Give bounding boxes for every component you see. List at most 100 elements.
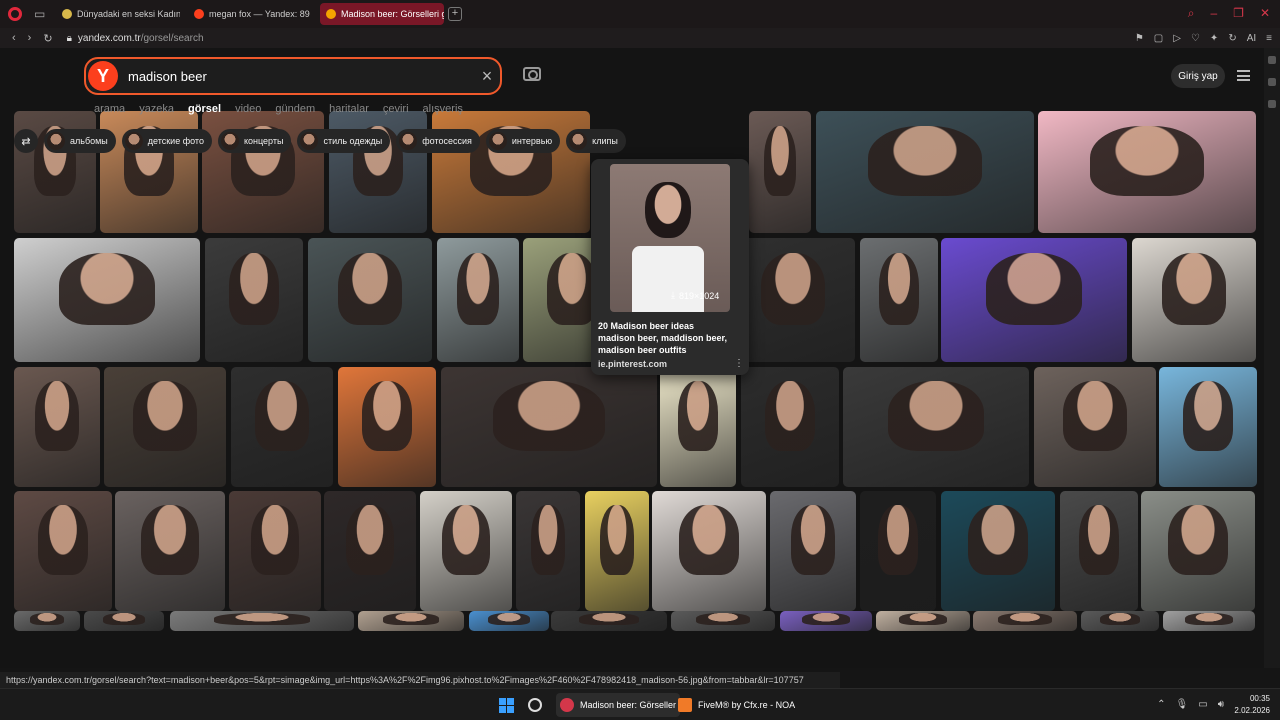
image-result[interactable] xyxy=(420,491,512,611)
image-result[interactable] xyxy=(205,238,303,362)
chevron-up-icon[interactable]: ⌃ xyxy=(1157,699,1165,710)
clear-search-icon[interactable]: × xyxy=(474,66,500,87)
image-result[interactable] xyxy=(14,491,112,611)
image-result[interactable] xyxy=(1163,611,1255,631)
chip-albums[interactable]: альбомы xyxy=(44,129,116,153)
close-icon[interactable]: ✕ xyxy=(1260,6,1270,21)
search-input[interactable]: madison beer xyxy=(128,69,474,84)
tab-3-active[interactable]: Madison beer: Görselleri g xyxy=(320,3,444,25)
image-result[interactable] xyxy=(104,367,226,487)
share-icon[interactable]: ↻ xyxy=(1228,33,1236,44)
image-result[interactable] xyxy=(860,491,936,611)
tab-alisveris[interactable]: alışveriş xyxy=(423,103,463,115)
image-result[interactable] xyxy=(816,111,1034,233)
snapshot-icon[interactable]: ▢ xyxy=(1154,33,1163,44)
microphone-icon[interactable]: 🎙︎ xyxy=(1176,699,1189,710)
taskbar-app-fivem[interactable]: FiveM® by Cfx.re - NOA xyxy=(674,693,799,717)
image-result[interactable] xyxy=(516,491,580,611)
heart-icon[interactable]: ♡ xyxy=(1191,33,1200,44)
login-button[interactable]: Giriş yap xyxy=(1171,64,1225,88)
tab-arama[interactable]: arama xyxy=(94,103,125,115)
bookmark-icon[interactable]: ⚑ xyxy=(1135,33,1144,44)
chip-kids-photos[interactable]: детские фото xyxy=(121,129,212,153)
tab-ceviri[interactable]: çeviri xyxy=(383,103,409,115)
tab-gundem[interactable]: gündem xyxy=(275,103,315,115)
image-result[interactable] xyxy=(14,367,100,487)
preview-source[interactable]: ie.pinterest.com xyxy=(598,359,667,369)
more-options-icon[interactable]: ⋮ xyxy=(734,358,744,369)
image-result[interactable] xyxy=(469,611,549,631)
chip-concerts[interactable]: концерты xyxy=(217,129,292,153)
image-result[interactable] xyxy=(324,491,416,611)
resolution-badge[interactable]: ⤓ 819×1024 xyxy=(671,290,719,301)
tab-yazeka[interactable]: yazeka xyxy=(139,103,174,115)
chip-photoshoot[interactable]: фотосессия xyxy=(396,129,480,153)
image-result[interactable] xyxy=(437,238,519,362)
image-result[interactable] xyxy=(115,491,225,611)
image-result[interactable] xyxy=(1132,238,1256,362)
image-result[interactable] xyxy=(770,491,856,611)
windows-start-icon[interactable] xyxy=(499,698,514,713)
image-result[interactable] xyxy=(229,491,321,611)
image-result[interactable] xyxy=(731,238,855,362)
reload-icon[interactable]: ↻ xyxy=(43,32,52,45)
image-result[interactable] xyxy=(876,611,970,631)
image-result[interactable] xyxy=(860,238,938,362)
sidebar-icon[interactable] xyxy=(1268,56,1276,64)
image-result[interactable] xyxy=(843,367,1029,487)
image-result[interactable] xyxy=(1141,491,1255,611)
image-result[interactable] xyxy=(1034,367,1156,487)
image-result[interactable] xyxy=(973,611,1077,631)
minimize-icon[interactable]: – xyxy=(1210,6,1217,21)
taskbar-app-opera[interactable]: Madison beer: Görseller xyxy=(556,693,681,717)
image-result[interactable] xyxy=(749,111,811,233)
image-result[interactable] xyxy=(941,238,1127,362)
image-result[interactable] xyxy=(551,611,667,631)
tab-2[interactable]: megan fox — Yandex: 89 xyxy=(188,3,312,25)
image-result[interactable] xyxy=(1038,111,1256,233)
image-result[interactable] xyxy=(231,367,333,487)
image-result[interactable] xyxy=(741,367,839,487)
forward-icon[interactable]: › xyxy=(28,32,32,44)
url-field[interactable]: 🔒︎ yandex.com.tr/gorsel/search xyxy=(67,33,204,44)
chip-style[interactable]: стиль одежды xyxy=(297,129,391,153)
ai-button[interactable]: AI xyxy=(1247,33,1256,44)
image-result[interactable] xyxy=(338,367,436,487)
tab-gorsel[interactable]: görsel xyxy=(188,103,221,115)
image-result[interactable] xyxy=(671,611,775,631)
image-result[interactable] xyxy=(652,491,766,611)
camera-search-icon[interactable] xyxy=(523,67,541,81)
image-result[interactable] xyxy=(780,611,872,631)
image-result[interactable] xyxy=(170,611,354,631)
yandex-logo-icon[interactable]: Y xyxy=(88,61,118,91)
tab-haritalar[interactable]: haritalar xyxy=(329,103,369,115)
maximize-icon[interactable]: ❐ xyxy=(1233,6,1244,21)
image-result[interactable] xyxy=(84,611,164,631)
sidebar-icon[interactable] xyxy=(1268,78,1276,86)
taskbar-search-icon[interactable] xyxy=(528,698,542,712)
image-result[interactable] xyxy=(14,238,200,362)
image-result[interactable] xyxy=(441,367,657,487)
new-tab-button[interactable]: + xyxy=(448,7,462,21)
extensions-icon[interactable]: ✦ xyxy=(1210,33,1218,44)
menu-icon[interactable]: ≡ xyxy=(1266,33,1272,44)
tab-1[interactable]: Dünyadaki en seksi Kadın xyxy=(56,3,180,25)
image-result[interactable] xyxy=(1060,491,1138,611)
network-icon[interactable]: ▭ xyxy=(1198,699,1207,710)
image-result[interactable] xyxy=(1159,367,1257,487)
hamburger-menu-icon[interactable] xyxy=(1237,70,1250,81)
image-result[interactable] xyxy=(585,491,649,611)
tab-overview-icon[interactable]: ▭ xyxy=(34,7,48,21)
player-icon[interactable]: ▷ xyxy=(1173,33,1181,44)
image-result[interactable] xyxy=(660,367,736,487)
preview-title[interactable]: 20 Madison beer ideas madison beer, madd… xyxy=(598,320,728,356)
image-preview-card[interactable]: ⤓ 819×1024 20 Madison beer ideas madison… xyxy=(591,159,749,375)
image-result[interactable] xyxy=(1081,611,1159,631)
clock[interactable]: 00:35 2.02.2026 xyxy=(1234,693,1270,717)
filter-button[interactable]: ⇄ xyxy=(14,129,38,153)
image-result[interactable] xyxy=(308,238,432,362)
search-tabs-icon[interactable]: ⌕ xyxy=(1188,6,1195,21)
volume-icon[interactable]: 🔊︎ xyxy=(1218,699,1224,710)
image-result[interactable] xyxy=(14,611,80,631)
image-result[interactable] xyxy=(358,611,464,631)
